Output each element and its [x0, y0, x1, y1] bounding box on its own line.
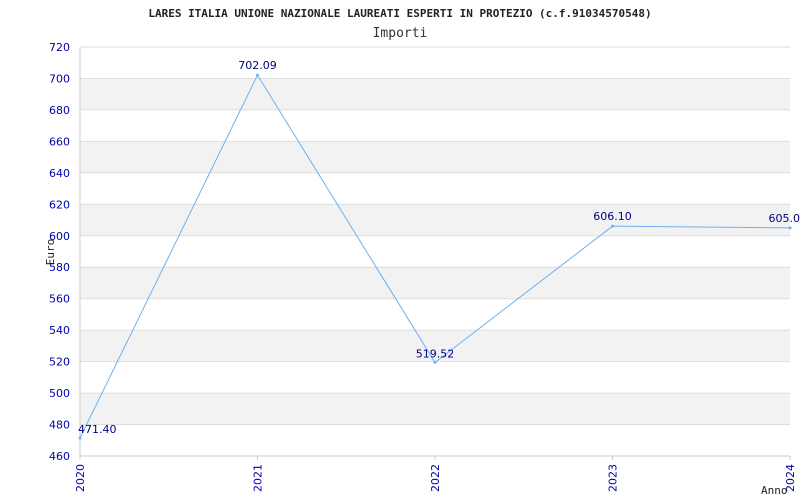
series-line	[79, 74, 791, 439]
y-tick-label: 620	[49, 198, 70, 211]
data-label: 606.10	[593, 210, 632, 223]
grid-band	[80, 267, 790, 299]
chart-title: LARES ITALIA UNIONE NAZIONALE LAUREATI E…	[148, 7, 651, 20]
x-tick-label: 2022	[429, 464, 442, 492]
series-group	[78, 73, 792, 440]
line-chart: 4604805005205405605806006206406606807007…	[44, 7, 800, 497]
grid-bands	[80, 78, 790, 425]
data-point	[433, 360, 437, 364]
data-point	[78, 436, 82, 440]
y-tick-label: 640	[49, 167, 70, 180]
data-label: 519.52	[416, 347, 455, 360]
data-point	[611, 224, 614, 228]
data-point	[788, 226, 792, 230]
data-label: 702.09	[238, 59, 277, 72]
y-tick-label: 540	[49, 324, 70, 337]
data-label: 471.40	[78, 423, 117, 436]
y-axis-label: Euro	[44, 239, 57, 266]
y-tick-label: 520	[49, 356, 70, 369]
x-tick-label: 2021	[252, 464, 265, 492]
y-tick-label: 500	[49, 387, 70, 400]
y-tick-label: 460	[49, 450, 70, 463]
data-labels: 471.40 702.09 519.52 606.10 605.0	[78, 59, 800, 436]
chart-subtitle: Importi	[373, 26, 428, 41]
data-point	[256, 73, 259, 77]
x-tick-labels: 2020 2021 2022 2023 2024	[74, 456, 797, 492]
x-axis-label: Anno	[761, 484, 788, 497]
x-tick-label: 2023	[607, 464, 620, 492]
x-tick-label: 2020	[74, 464, 87, 492]
y-tick-label: 480	[49, 419, 70, 432]
y-tick-label: 680	[49, 104, 70, 117]
grid-band	[80, 141, 790, 173]
y-tick-label: 660	[49, 135, 70, 148]
data-label: 605.0	[769, 212, 800, 225]
y-tick-label: 560	[49, 293, 70, 306]
y-tick-label: 700	[49, 72, 70, 85]
grid-band	[80, 78, 790, 110]
y-tick-label: 720	[49, 41, 70, 54]
grid-band	[80, 393, 790, 425]
